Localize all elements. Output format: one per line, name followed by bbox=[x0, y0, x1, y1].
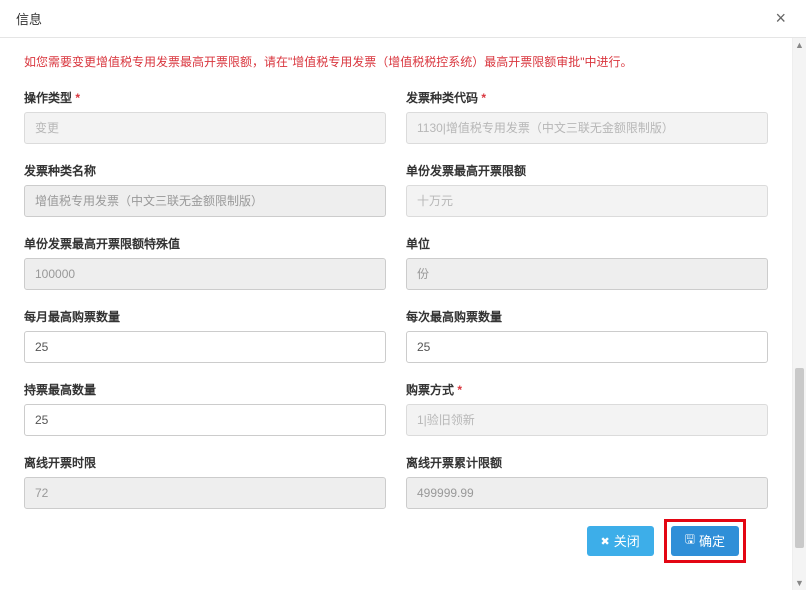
label-max-limit-special: 单份发票最高开票限额特殊值 bbox=[24, 235, 386, 252]
label-offline-hours: 离线开票时限 bbox=[24, 454, 386, 471]
cancel-button[interactable]: 关闭 bbox=[587, 526, 654, 556]
label-monthly-max: 每月最高购票数量 bbox=[24, 308, 386, 325]
scrollbar-thumb[interactable] bbox=[795, 368, 804, 548]
field-unit: 单位 bbox=[406, 235, 768, 290]
field-offline-total: 离线开票累计限额 bbox=[406, 454, 768, 509]
modal-body: 如您需要变更增值税专用发票最高开票限额，请在"增值税专用发票（增值税税控系统）最… bbox=[0, 38, 792, 590]
modal-header: 信息 × bbox=[0, 0, 806, 38]
select-max-limit[interactable]: 十万元 bbox=[406, 185, 768, 217]
select-buy-method[interactable]: 1|验旧领新 bbox=[406, 404, 768, 436]
modal-footer: 关闭 确定 bbox=[24, 509, 768, 583]
label-op-type: 操作类型 bbox=[24, 89, 386, 106]
field-per-time-max: 每次最高购票数量 bbox=[406, 308, 768, 363]
label-per-time-max: 每次最高购票数量 bbox=[406, 308, 768, 325]
field-op-type: 操作类型 变更 bbox=[24, 89, 386, 144]
input-offline-hours[interactable] bbox=[24, 477, 386, 509]
close-x-icon bbox=[601, 533, 610, 548]
label-offline-total: 离线开票累计限额 bbox=[406, 454, 768, 471]
label-max-limit: 单份发票最高开票限额 bbox=[406, 162, 768, 179]
close-icon[interactable]: × bbox=[771, 4, 790, 33]
info-modal: 信息 × 如您需要变更增值税专用发票最高开票限额，请在"增值税专用发票（增值税税… bbox=[0, 0, 806, 590]
modal-title: 信息 bbox=[16, 9, 42, 28]
field-hold-max: 持票最高数量 bbox=[24, 381, 386, 436]
content-area: 如您需要变更增值税专用发票最高开票限额，请在"增值税专用发票（增值税税控系统）最… bbox=[0, 38, 806, 590]
field-max-limit: 单份发票最高开票限额 十万元 bbox=[406, 162, 768, 217]
field-buy-method: 购票方式 1|验旧领新 bbox=[406, 381, 768, 436]
select-invoice-code[interactable]: 1130|增值税专用发票（中文三联无金额限制版） bbox=[406, 112, 768, 144]
input-hold-max[interactable] bbox=[24, 404, 386, 436]
label-hold-max: 持票最高数量 bbox=[24, 381, 386, 398]
label-invoice-code: 发票种类代码 bbox=[406, 89, 768, 106]
form-grid: 操作类型 变更 发票种类代码 1130|增值税专用发票（中文三联无金额限制版） … bbox=[24, 89, 768, 509]
field-monthly-max: 每月最高购票数量 bbox=[24, 308, 386, 363]
confirm-highlight: 确定 bbox=[664, 519, 746, 563]
field-invoice-code: 发票种类代码 1130|增值税专用发票（中文三联无金额限制版） bbox=[406, 89, 768, 144]
field-max-limit-special: 单份发票最高开票限额特殊值 bbox=[24, 235, 386, 290]
label-buy-method: 购票方式 bbox=[406, 381, 768, 398]
field-offline-hours: 离线开票时限 bbox=[24, 454, 386, 509]
input-per-time-max[interactable] bbox=[406, 331, 768, 363]
field-invoice-name: 发票种类名称 bbox=[24, 162, 386, 217]
label-unit: 单位 bbox=[406, 235, 768, 252]
label-invoice-name: 发票种类名称 bbox=[24, 162, 386, 179]
input-invoice-name[interactable] bbox=[24, 185, 386, 217]
scroll-down-icon[interactable]: ▼ bbox=[793, 576, 806, 590]
input-unit[interactable] bbox=[406, 258, 768, 290]
save-icon bbox=[685, 530, 695, 551]
select-op-type[interactable]: 变更 bbox=[24, 112, 386, 144]
input-offline-total[interactable] bbox=[406, 477, 768, 509]
cancel-button-label: 关闭 bbox=[614, 531, 640, 550]
confirm-button[interactable]: 确定 bbox=[671, 526, 739, 556]
confirm-button-label: 确定 bbox=[699, 531, 725, 550]
input-max-limit-special[interactable] bbox=[24, 258, 386, 290]
notice-text: 如您需要变更增值税专用发票最高开票限额，请在"增值税专用发票（增值税税控系统）最… bbox=[24, 54, 768, 71]
input-monthly-max[interactable] bbox=[24, 331, 386, 363]
scrollbar[interactable]: ▲ ▼ bbox=[792, 38, 806, 590]
scroll-up-icon[interactable]: ▲ bbox=[793, 38, 806, 52]
